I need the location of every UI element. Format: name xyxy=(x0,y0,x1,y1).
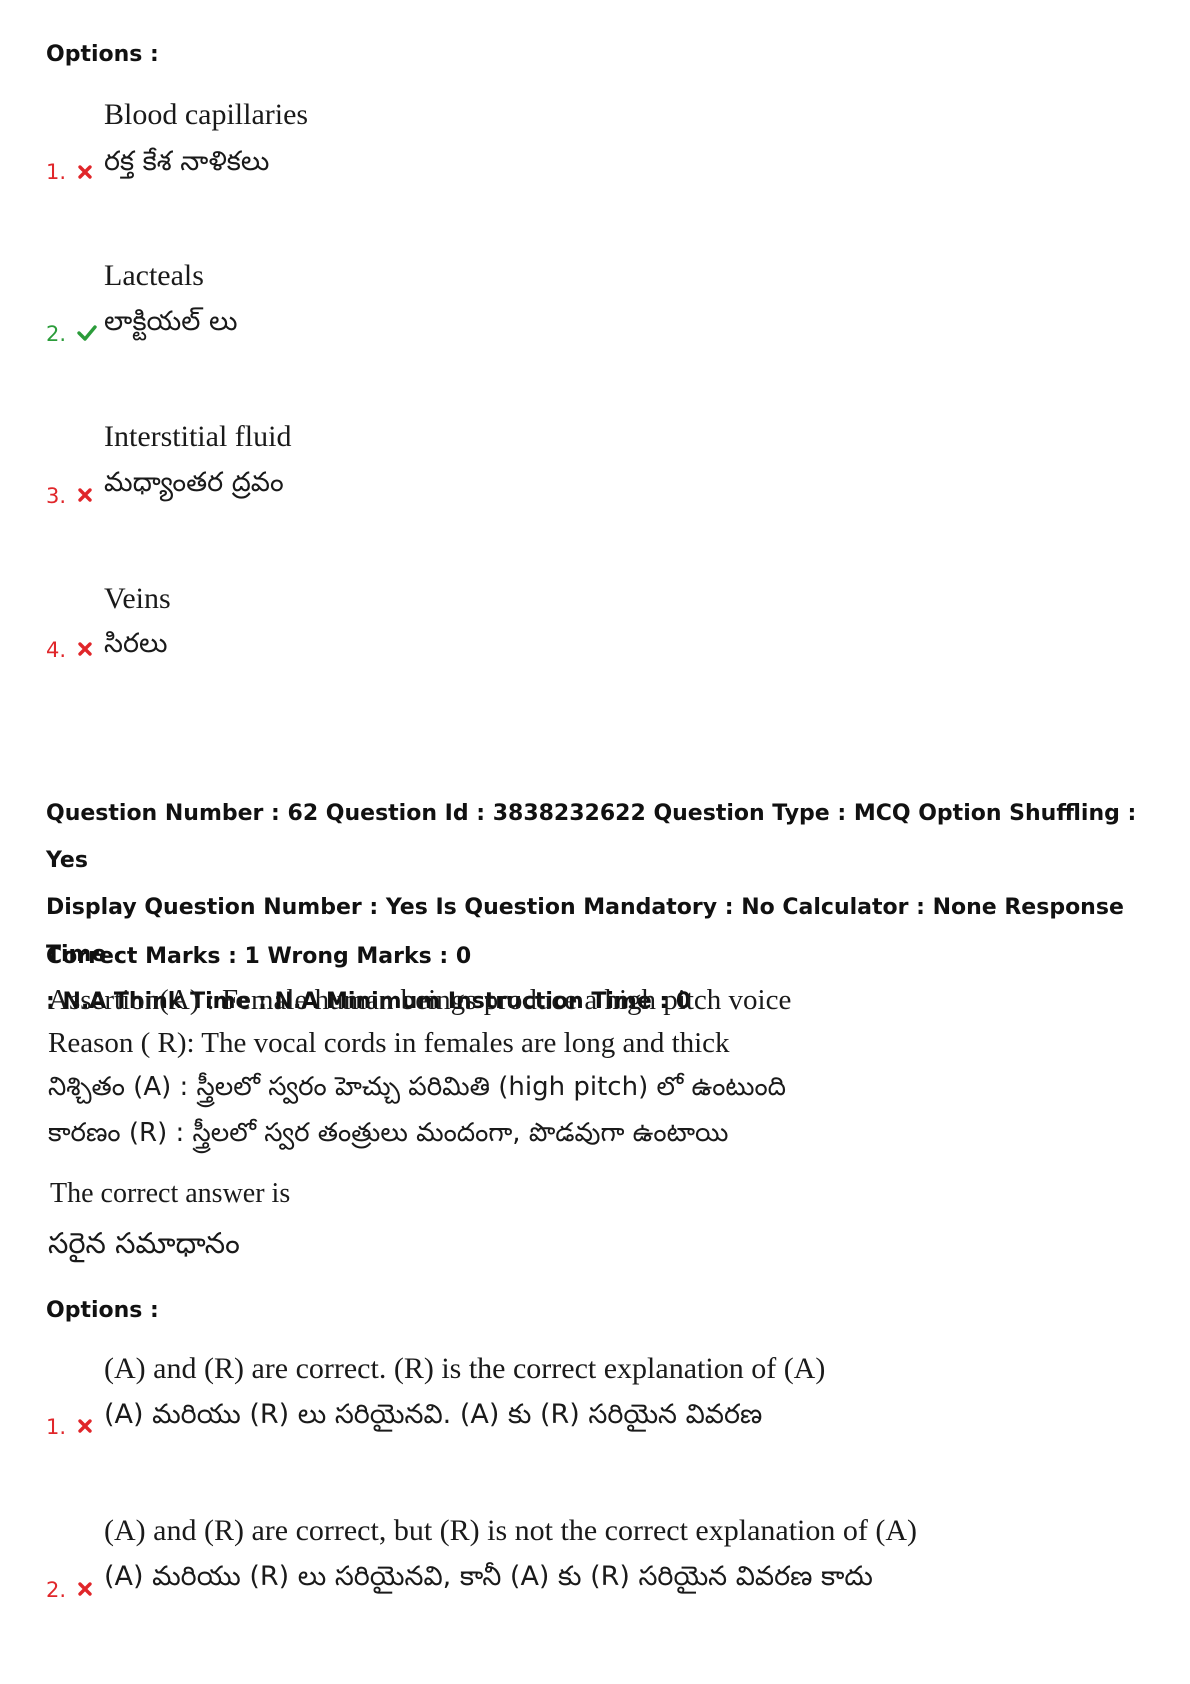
cross-icon xyxy=(78,1419,92,1433)
reason-telugu: కారణం (R) : స్త్రీలలో స్వర తంత్రులు మందం… xyxy=(48,1118,729,1148)
option-number: 1. xyxy=(46,160,67,184)
question-meta-line: Question Number : 62 Question Id : 38382… xyxy=(46,801,1137,873)
cross-icon xyxy=(78,488,92,502)
option-telugu-text: రక్త కేశ నాళికలు xyxy=(104,146,270,177)
prompt-telugu: సరైన సమాధానం xyxy=(48,1226,240,1260)
option-telugu-text: (A) మరియు (R) లు సరియైనవి, కానీ (A) కు (… xyxy=(104,1561,873,1592)
assertion-english: Assertion(A) : Female human beings produ… xyxy=(48,984,792,1016)
marks-info: Correct Marks : 1 Wrong Marks : 0 xyxy=(46,944,472,969)
option-number: 2. xyxy=(46,1578,67,1602)
option-number: 3. xyxy=(46,484,67,508)
assertion-telugu: నిశ్చితం (A) : స్త్రీలలో స్వరం హెచ్చు పర… xyxy=(48,1072,787,1102)
options-heading: Options : xyxy=(46,1298,159,1323)
option-number: 4. xyxy=(46,638,67,662)
cross-icon xyxy=(78,642,92,656)
option-english-text: Veins xyxy=(104,582,171,615)
option-english-text: (A) and (R) are correct, but (R) is not … xyxy=(104,1514,918,1547)
question-paper-page: Options : Blood capillaries రక్త కేశ నాళ… xyxy=(0,0,1190,1684)
option-telugu-text: (A) మరియు (R) లు సరియైనవి. (A) కు (R) సర… xyxy=(104,1399,763,1430)
option-english-text: Blood capillaries xyxy=(104,98,309,131)
option-english-text: Lacteals xyxy=(104,259,204,292)
option-number: 2. xyxy=(46,322,67,346)
option-telugu-text: లాక్టియల్ లు xyxy=(104,306,238,337)
prompt-english: The correct answer is xyxy=(50,1178,291,1209)
check-icon xyxy=(77,325,97,341)
options-heading: Options : xyxy=(46,42,159,67)
cross-icon xyxy=(78,165,92,179)
option-number: 1. xyxy=(46,1415,67,1439)
reason-english: Reason ( R): The vocal cords in females … xyxy=(48,1027,730,1059)
cross-icon xyxy=(78,1582,92,1596)
option-telugu-text: మధ్యాంతర ద్రవం xyxy=(104,467,284,498)
option-english-text: Interstitial fluid xyxy=(104,420,292,453)
option-english-text: (A) and (R) are correct. (R) is the corr… xyxy=(104,1352,826,1385)
option-telugu-text: సిరలు xyxy=(104,628,168,659)
